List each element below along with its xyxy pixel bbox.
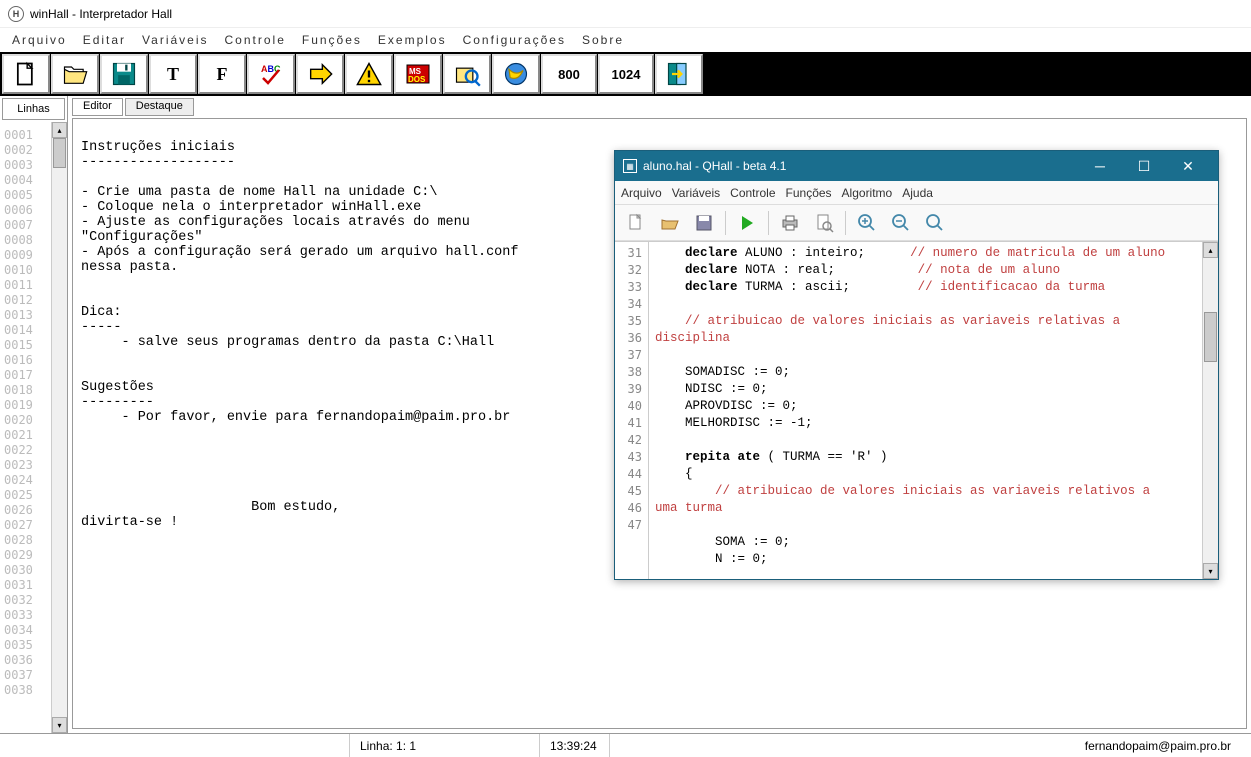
qprint-button[interactable] bbox=[775, 209, 805, 237]
qhall-scrollbar[interactable]: ▴ ▾ bbox=[1202, 242, 1218, 579]
qhall-toolbar bbox=[615, 205, 1218, 241]
qsave-button[interactable] bbox=[689, 209, 719, 237]
qhall-menubar: Arquivo Variáveis Controle Funções Algor… bbox=[615, 181, 1218, 205]
qmenu-arquivo[interactable]: Arquivo bbox=[621, 186, 662, 200]
qhall-window: ▦ aluno.hal - QHall - beta 4.1 ─ ☐ ✕ Arq… bbox=[614, 150, 1219, 580]
menu-variaveis[interactable]: Variáveis bbox=[136, 31, 214, 49]
menu-sobre[interactable]: Sobre bbox=[576, 31, 630, 49]
lines-scrollbar[interactable]: ▴ ▾ bbox=[51, 122, 67, 733]
status-email: fernandopaim@paim.pro.br bbox=[1065, 739, 1251, 753]
close-button[interactable]: ✕ bbox=[1166, 151, 1210, 181]
menu-funcoes[interactable]: Funções bbox=[296, 31, 368, 49]
qmenu-ajuda[interactable]: Ajuda bbox=[902, 186, 933, 200]
msdos-button[interactable]: MSDOS bbox=[394, 54, 442, 94]
res-800-button[interactable]: 800 bbox=[541, 54, 597, 94]
qhall-app-icon: ▦ bbox=[623, 159, 637, 173]
open-file-button[interactable] bbox=[51, 54, 99, 94]
status-linecol: Linha: 1: 1 bbox=[350, 734, 540, 757]
scroll-down-icon[interactable]: ▾ bbox=[52, 717, 67, 733]
search-button[interactable] bbox=[443, 54, 491, 94]
menu-exemplos[interactable]: Exemplos bbox=[372, 31, 453, 49]
maximize-button[interactable]: ☐ bbox=[1122, 151, 1166, 181]
qscroll-down-icon[interactable]: ▾ bbox=[1203, 563, 1218, 579]
toolbar: T F ABC MSDOS 800 1024 bbox=[0, 52, 1251, 96]
qhall-editor: 31 32 33 34 35 36 37 38 39 40 41 42 43 4… bbox=[615, 241, 1218, 579]
t-button[interactable]: T bbox=[149, 54, 197, 94]
app-icon: H bbox=[8, 6, 24, 22]
minimize-button[interactable]: ─ bbox=[1078, 151, 1122, 181]
qzoom-reset-button[interactable] bbox=[920, 209, 950, 237]
lines-tab[interactable]: Linhas bbox=[2, 98, 65, 120]
titlebar: H winHall - Interpretador Hall bbox=[0, 0, 1251, 28]
qmenu-variaveis[interactable]: Variáveis bbox=[672, 186, 720, 200]
menu-configuracoes[interactable]: Configurações bbox=[457, 31, 572, 49]
qzoom-in-button[interactable] bbox=[852, 209, 882, 237]
abc-check-button[interactable]: ABC bbox=[247, 54, 295, 94]
scroll-up-icon[interactable]: ▴ bbox=[52, 122, 67, 138]
qhall-code[interactable]: declare ALUNO : inteiro; // numero de ma… bbox=[649, 242, 1202, 579]
window-title: winHall - Interpretador Hall bbox=[30, 7, 172, 21]
svg-text:DOS: DOS bbox=[408, 75, 426, 84]
qhall-title-text: aluno.hal - QHall - beta 4.1 bbox=[643, 159, 786, 173]
f-button[interactable]: F bbox=[198, 54, 246, 94]
qpreview-button[interactable] bbox=[809, 209, 839, 237]
status-empty bbox=[0, 734, 350, 757]
qmenu-controle[interactable]: Controle bbox=[730, 186, 775, 200]
qmenu-funcoes[interactable]: Funções bbox=[786, 186, 832, 200]
internet-button[interactable] bbox=[492, 54, 540, 94]
qscroll-up-icon[interactable]: ▴ bbox=[1203, 242, 1218, 258]
statusbar: Linha: 1: 1 13:39:24 fernandopaim@paim.p… bbox=[0, 733, 1251, 757]
qzoom-out-button[interactable] bbox=[886, 209, 916, 237]
menu-arquivo[interactable]: Arquivo bbox=[6, 31, 73, 49]
qmenu-algoritmo[interactable]: Algoritmo bbox=[842, 186, 893, 200]
qnew-button[interactable] bbox=[621, 209, 651, 237]
qhall-gutter: 31 32 33 34 35 36 37 38 39 40 41 42 43 4… bbox=[615, 242, 649, 579]
editor-tabs: Editor Destaque bbox=[68, 96, 1251, 118]
lines-panel: Linhas 0001 0002 0003 0004 0005 0006 000… bbox=[0, 96, 68, 733]
scroll-thumb[interactable] bbox=[53, 138, 66, 168]
tab-editor[interactable]: Editor bbox=[72, 98, 123, 116]
new-file-button[interactable] bbox=[2, 54, 50, 94]
menu-controle[interactable]: Controle bbox=[219, 31, 292, 49]
save-button[interactable] bbox=[100, 54, 148, 94]
menubar: Arquivo Editar Variáveis Controle Funçõe… bbox=[0, 28, 1251, 52]
qrun-button[interactable] bbox=[732, 209, 762, 237]
line-numbers: 0001 0002 0003 0004 0005 0006 0007 0008 … bbox=[0, 122, 51, 733]
qhall-titlebar[interactable]: ▦ aluno.hal - QHall - beta 4.1 ─ ☐ ✕ bbox=[615, 151, 1218, 181]
warning-button[interactable] bbox=[345, 54, 393, 94]
status-time: 13:39:24 bbox=[540, 734, 610, 757]
menu-editar[interactable]: Editar bbox=[77, 31, 132, 49]
res-1024-button[interactable]: 1024 bbox=[598, 54, 654, 94]
exit-button[interactable] bbox=[655, 54, 703, 94]
qopen-button[interactable] bbox=[655, 209, 685, 237]
qscroll-thumb[interactable] bbox=[1204, 312, 1217, 362]
run-button[interactable] bbox=[296, 54, 344, 94]
tab-destaque[interactable]: Destaque bbox=[125, 98, 194, 116]
